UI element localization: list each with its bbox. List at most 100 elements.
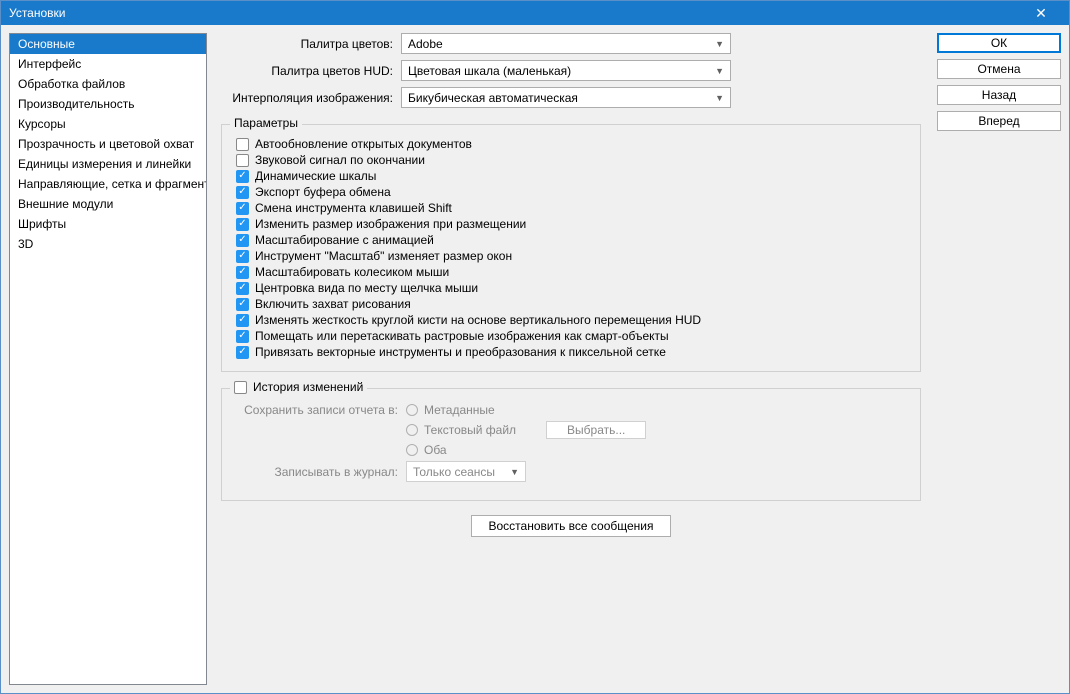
label-interp: Интерполяция изображения: [221, 91, 401, 105]
check-label-9: Центровка вида по месту щелчка мыши [255, 281, 478, 295]
checkbox-history[interactable] [234, 381, 247, 394]
chevron-down-icon: ▼ [715, 66, 724, 76]
checkbox-2[interactable] [236, 170, 249, 183]
content: ОсновныеИнтерфейсОбработка файловПроизво… [1, 25, 1069, 693]
label-save: Сохранить записи отчета в: [236, 403, 406, 417]
radio-both[interactable] [406, 444, 418, 456]
checkbox-8[interactable] [236, 266, 249, 279]
check-label-7: Инструмент "Масштаб" изменяет размер око… [255, 249, 512, 263]
checkbox-6[interactable] [236, 234, 249, 247]
check-label-11: Изменять жесткость круглой кисти на осно… [255, 313, 701, 327]
right-buttons: ОК Отмена Назад Вперед [929, 25, 1069, 693]
ok-button[interactable]: ОК [937, 33, 1061, 53]
check-label-3: Экспорт буфера обмена [255, 185, 391, 199]
sidebar-item-9[interactable]: Шрифты [10, 214, 206, 234]
select-color-picker[interactable]: Adobe ▼ [401, 33, 731, 54]
close-icon[interactable]: ✕ [1021, 5, 1061, 22]
check-label-1: Звуковой сигнал по окончании [255, 153, 425, 167]
check-row-2: Динамические шкалы [236, 169, 910, 183]
select-log[interactable]: Только сеансы ▼ [406, 461, 526, 482]
sidebar-item-6[interactable]: Единицы измерения и линейки [10, 154, 206, 174]
check-label-13: Привязать векторные инструменты и преобр… [255, 345, 666, 359]
titlebar: Установки ✕ [1, 1, 1069, 25]
checkbox-4[interactable] [236, 202, 249, 215]
sidebar-item-1[interactable]: Интерфейс [10, 54, 206, 74]
check-row-11: Изменять жесткость круглой кисти на осно… [236, 313, 910, 327]
row-color-picker: Палитра цветов: Adobe ▼ [221, 33, 921, 54]
check-label-5: Изменить размер изображения при размещен… [255, 217, 526, 231]
select-value: Бикубическая автоматическая [408, 91, 578, 105]
checkbox-1[interactable] [236, 154, 249, 167]
row-hud: Палитра цветов HUD: Цветовая шкала (мале… [221, 60, 921, 81]
check-row-13: Привязать векторные инструменты и преобр… [236, 345, 910, 359]
checkbox-0[interactable] [236, 138, 249, 151]
sidebar: ОсновныеИнтерфейсОбработка файловПроизво… [9, 33, 207, 685]
fieldset-history: История изменений Сохранить записи отчет… [221, 388, 921, 501]
opt-text: Текстовый файл [424, 423, 516, 437]
prev-button[interactable]: Назад [937, 85, 1061, 105]
check-row-7: Инструмент "Масштаб" изменяет размер око… [236, 249, 910, 263]
legend-history-label: История изменений [253, 380, 363, 394]
checkbox-5[interactable] [236, 218, 249, 231]
check-row-3: Экспорт буфера обмена [236, 185, 910, 199]
label-hud: Палитра цветов HUD: [221, 64, 401, 78]
select-interp[interactable]: Бикубическая автоматическая ▼ [401, 87, 731, 108]
reset-row: Восстановить все сообщения [221, 515, 921, 537]
fieldset-params: Параметры Автообновление открытых докуме… [221, 124, 921, 372]
check-row-5: Изменить размер изображения при размещен… [236, 217, 910, 231]
checkbox-13[interactable] [236, 346, 249, 359]
check-row-9: Центровка вида по месту щелчка мыши [236, 281, 910, 295]
sidebar-item-10[interactable]: 3D [10, 234, 206, 254]
checkbox-7[interactable] [236, 250, 249, 263]
check-row-12: Помещать или перетаскивать растровые изо… [236, 329, 910, 343]
row-save: Сохранить записи отчета в: Метаданные [236, 403, 910, 417]
next-button[interactable]: Вперед [937, 111, 1061, 131]
label-color-picker: Палитра цветов: [221, 37, 401, 51]
checkbox-3[interactable] [236, 186, 249, 199]
check-label-6: Масштабирование с анимацией [255, 233, 434, 247]
check-row-0: Автообновление открытых документов [236, 137, 910, 151]
check-label-4: Смена инструмента клавишей Shift [255, 201, 452, 215]
sidebar-item-3[interactable]: Производительность [10, 94, 206, 114]
chevron-down-icon: ▼ [510, 467, 519, 477]
checkbox-10[interactable] [236, 298, 249, 311]
check-row-8: Масштабировать колесиком мыши [236, 265, 910, 279]
cancel-button[interactable]: Отмена [937, 59, 1061, 79]
label-log: Записывать в журнал: [236, 465, 406, 479]
sidebar-item-5[interactable]: Прозрачность и цветовой охват [10, 134, 206, 154]
sidebar-item-8[interactable]: Внешние модули [10, 194, 206, 214]
check-label-0: Автообновление открытых документов [255, 137, 472, 151]
check-row-10: Включить захват рисования [236, 297, 910, 311]
chevron-down-icon: ▼ [715, 39, 724, 49]
check-row-6: Масштабирование с анимацией [236, 233, 910, 247]
check-row-4: Смена инструмента клавишей Shift [236, 201, 910, 215]
checkbox-9[interactable] [236, 282, 249, 295]
check-label-10: Включить захват рисования [255, 297, 411, 311]
opt-both: Оба [424, 443, 447, 457]
check-label-8: Масштабировать колесиком мыши [255, 265, 449, 279]
row-text: Текстовый файл Выбрать... [236, 421, 910, 439]
sidebar-item-2[interactable]: Обработка файлов [10, 74, 206, 94]
sidebar-item-4[interactable]: Курсоры [10, 114, 206, 134]
row-log: Записывать в журнал: Только сеансы ▼ [236, 461, 910, 482]
sidebar-item-0[interactable]: Основные [10, 34, 206, 54]
row-both: Оба [236, 443, 910, 457]
check-label-12: Помещать или перетаскивать растровые изо… [255, 329, 669, 343]
select-hud[interactable]: Цветовая шкала (маленькая) ▼ [401, 60, 731, 81]
check-row-1: Звуковой сигнал по окончании [236, 153, 910, 167]
window-title: Установки [9, 6, 1021, 20]
radio-text[interactable] [406, 424, 418, 436]
opt-meta: Метаданные [424, 403, 495, 417]
select-value: Только сеансы [413, 465, 495, 479]
checkbox-11[interactable] [236, 314, 249, 327]
reset-button[interactable]: Восстановить все сообщения [471, 515, 670, 537]
select-value: Adobe [408, 37, 443, 51]
radio-meta[interactable] [406, 404, 418, 416]
sidebar-item-7[interactable]: Направляющие, сетка и фрагменты [10, 174, 206, 194]
checkbox-12[interactable] [236, 330, 249, 343]
choose-button[interactable]: Выбрать... [546, 421, 646, 439]
check-label-2: Динамические шкалы [255, 169, 376, 183]
legend-params: Параметры [230, 116, 302, 130]
main-panel: Палитра цветов: Adobe ▼ Палитра цветов H… [207, 25, 929, 693]
row-interp: Интерполяция изображения: Бикубическая а… [221, 87, 921, 108]
